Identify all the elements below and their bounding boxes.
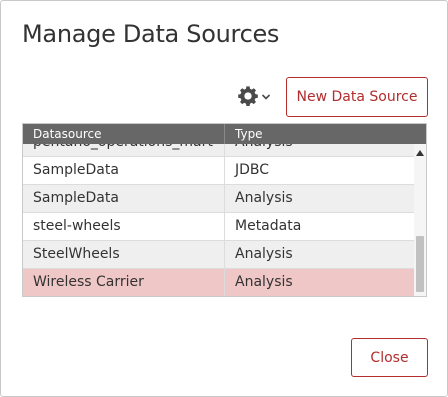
cell-datasource: SteelWheels xyxy=(23,241,225,268)
cell-datasource: steel-wheels xyxy=(23,213,225,240)
table-header: Datasource Type xyxy=(23,124,426,144)
cell-datasource: SampleData xyxy=(23,157,225,184)
cell-type: Analysis xyxy=(235,246,293,262)
table-row[interactable]: SampleData Analysis xyxy=(23,185,414,213)
table-body: pentaho_operations_mart Analysis SampleD… xyxy=(23,144,414,296)
chevron-down-icon xyxy=(261,94,271,100)
scroll-up-arrow-icon[interactable] xyxy=(414,150,426,160)
gear-icon xyxy=(238,86,258,106)
table-row[interactable]: SampleData JDBC xyxy=(23,157,414,185)
table-row[interactable]: steel-wheels Metadata xyxy=(23,213,414,241)
manage-data-sources-dialog: Manage Data Sources New Data Source Data… xyxy=(0,0,448,397)
table-row[interactable]: pentaho_operations_mart Analysis xyxy=(23,144,414,157)
cell-type: Analysis xyxy=(225,144,414,156)
column-header-type[interactable]: Type xyxy=(225,124,426,144)
cell-datasource: Wireless Carrier xyxy=(23,269,225,296)
cell-type: JDBC xyxy=(235,162,270,178)
scrollbar-thumb[interactable] xyxy=(416,236,424,292)
datasource-table: Datasource Type pentaho_operations_mart … xyxy=(22,123,427,297)
cell-datasource: SampleData xyxy=(23,185,225,212)
table-row[interactable]: SteelWheels Analysis xyxy=(23,241,414,269)
cell-type: Analysis xyxy=(235,190,293,206)
column-header-datasource[interactable]: Datasource xyxy=(23,124,225,144)
cell-datasource: pentaho_operations_mart xyxy=(23,144,225,156)
vertical-scrollbar[interactable] xyxy=(414,144,426,296)
close-button[interactable]: Close xyxy=(351,338,428,377)
cell-type: Analysis xyxy=(235,274,293,290)
new-data-source-button[interactable]: New Data Source xyxy=(286,77,428,117)
settings-menu-button[interactable] xyxy=(237,84,273,108)
dialog-title: Manage Data Sources xyxy=(22,20,280,48)
cell-type: Metadata xyxy=(235,218,302,234)
table-row-selected[interactable]: Wireless Carrier Analysis xyxy=(23,269,414,296)
